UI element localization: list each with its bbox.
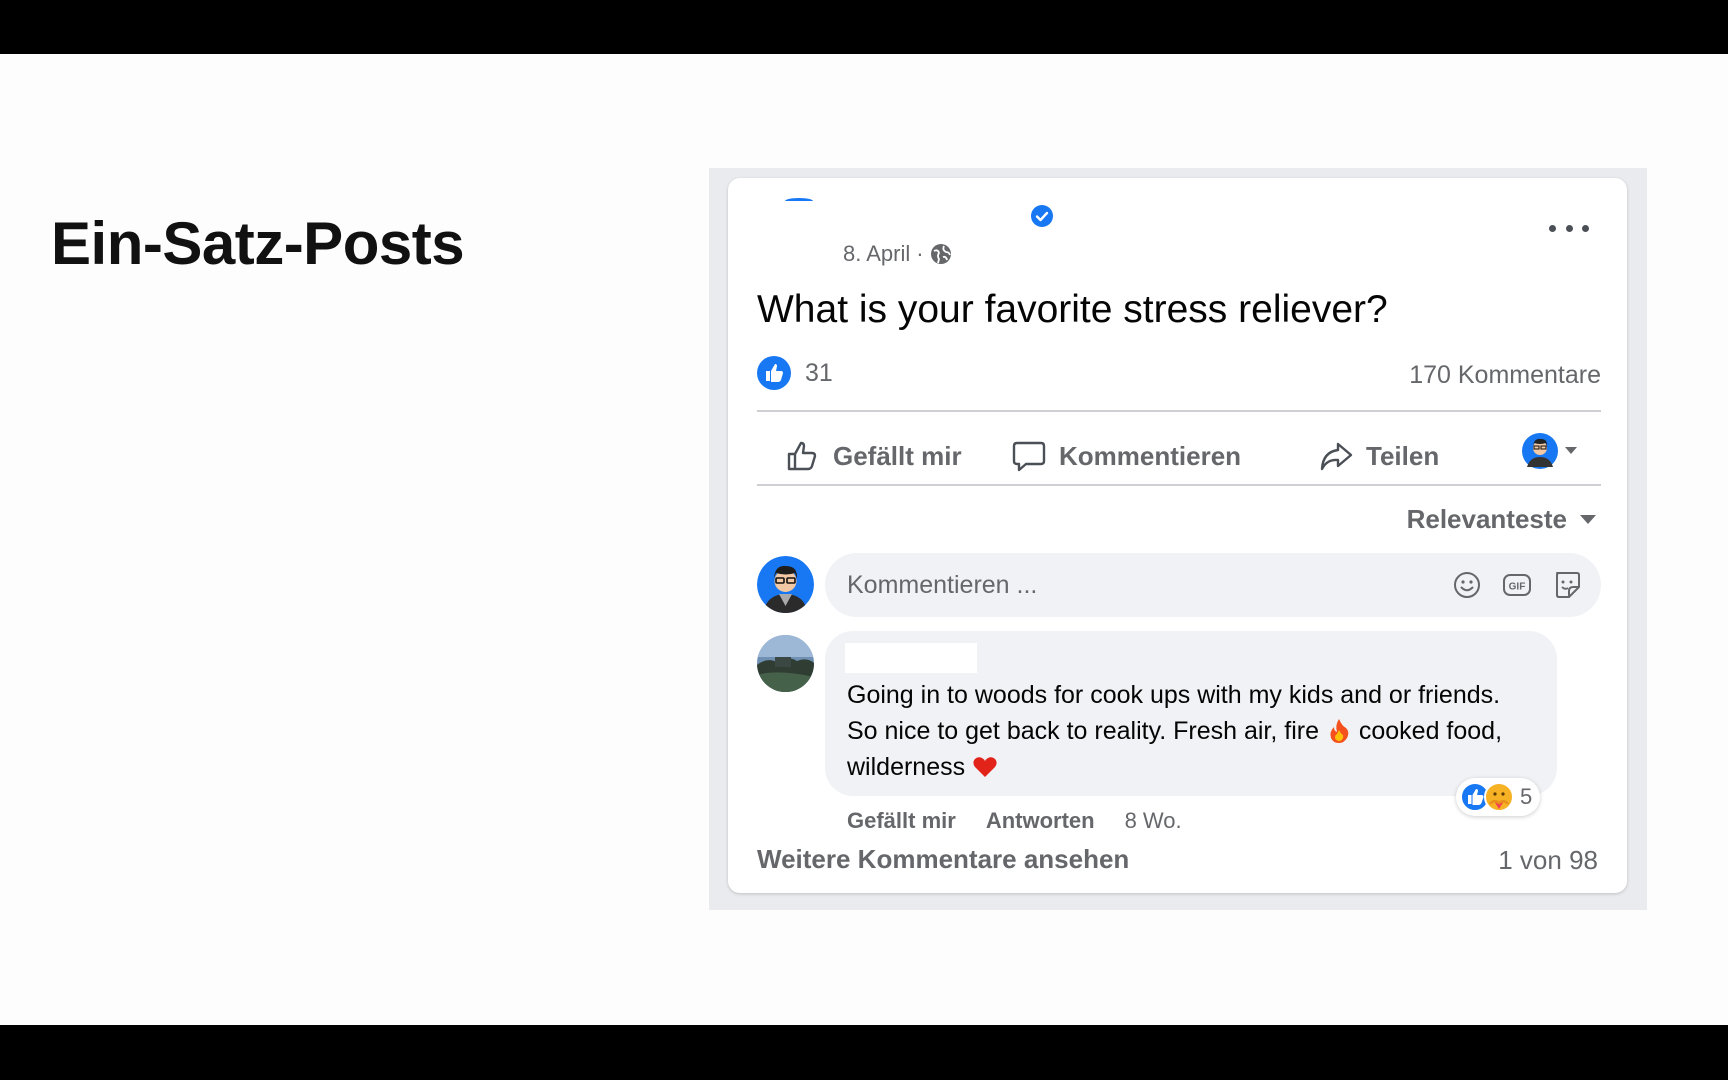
like-button-label: Gefällt mir xyxy=(833,440,962,471)
view-more-comments-link[interactable]: Weitere Kommentare ansehen xyxy=(757,844,1129,875)
avatar xyxy=(1522,433,1558,469)
meta-separator: · xyxy=(916,241,924,266)
comment-author-redacted xyxy=(845,643,977,673)
letterbox-bottom xyxy=(0,1025,1728,1080)
comment-text: Going in to woods for cook ups with my k… xyxy=(847,677,1527,785)
comment-timestamp[interactable]: 8 Wo. xyxy=(1125,808,1182,834)
comment-count[interactable]: 170 Kommentare xyxy=(1409,361,1601,390)
gif-icon[interactable]: GIF xyxy=(1501,569,1533,601)
sort-label: Relevanteste xyxy=(1406,504,1567,534)
like-reaction-icon xyxy=(757,356,791,390)
avatar xyxy=(757,556,814,613)
letterbox-top xyxy=(0,0,1728,54)
comment-bubble: Going in to woods for cook ups with my k… xyxy=(825,631,1557,796)
avatar[interactable] xyxy=(757,556,814,613)
comment-reactions[interactable]: 5 xyxy=(1456,778,1541,816)
divider xyxy=(757,410,1601,412)
globe-icon xyxy=(930,244,951,264)
comment-input-placeholder: Kommentieren ... xyxy=(847,571,1038,599)
fire-emoji xyxy=(1330,719,1349,743)
avatar xyxy=(757,635,814,692)
comment-icon xyxy=(1012,441,1046,472)
slide: Ein-Satz-Posts 8. April · What is your f… xyxy=(0,54,1728,1025)
post-screenshot: 8. April · What is your favorite stress … xyxy=(709,168,1647,910)
caret-down-icon xyxy=(1565,447,1577,454)
share-button-label: Teilen xyxy=(1366,440,1440,471)
more-icon xyxy=(1549,224,1556,232)
comment-reaction-count: 5 xyxy=(1520,784,1533,809)
comment-button[interactable]: Kommentieren xyxy=(1011,434,1241,478)
comment-sort-dropdown[interactable]: Relevanteste xyxy=(1407,504,1597,535)
comment-input[interactable]: Kommentieren ... GIF xyxy=(825,553,1601,617)
like-summary[interactable]: 31 xyxy=(757,356,833,390)
share-button[interactable]: Teilen xyxy=(1318,434,1439,478)
comment-button-label: Kommentieren xyxy=(1059,440,1242,471)
post-date[interactable]: 8. April xyxy=(843,241,910,267)
sticker-icon[interactable] xyxy=(1551,569,1583,601)
audience-selector[interactable] xyxy=(1522,433,1578,469)
post-meta: 8. April · xyxy=(843,241,952,267)
emoji-icon[interactable] xyxy=(1451,569,1483,601)
like-button[interactable]: Gefällt mir xyxy=(785,434,962,478)
reactions-summary: 31 170 Kommentare xyxy=(757,356,1601,396)
heart-emoji xyxy=(973,757,997,777)
care-reaction-icon xyxy=(1484,782,1514,812)
commenter-avatar[interactable] xyxy=(757,635,814,692)
svg-text:GIF: GIF xyxy=(1509,582,1526,593)
comment-like-link[interactable]: Gefällt mir xyxy=(847,808,956,834)
thumbs-up-icon xyxy=(787,441,817,471)
more-options-button[interactable] xyxy=(1549,220,1589,236)
comment-actions: Gefällt mir Antworten 8 Wo. xyxy=(847,808,1182,834)
slide-title: Ein-Satz-Posts xyxy=(51,210,465,277)
verified-icon xyxy=(1031,205,1053,227)
caret-down-icon xyxy=(1580,514,1596,524)
author-avatar[interactable] xyxy=(785,198,813,204)
comment-paging: 1 von 98 xyxy=(1498,845,1598,875)
share-icon xyxy=(1320,442,1353,471)
comment-reply-link[interactable]: Antworten xyxy=(986,808,1095,834)
divider xyxy=(757,484,1601,486)
post-text: What is your favorite stress reliever? xyxy=(757,288,1388,331)
post-card: 8. April · What is your favorite stress … xyxy=(728,178,1627,893)
like-count: 31 xyxy=(805,358,833,387)
